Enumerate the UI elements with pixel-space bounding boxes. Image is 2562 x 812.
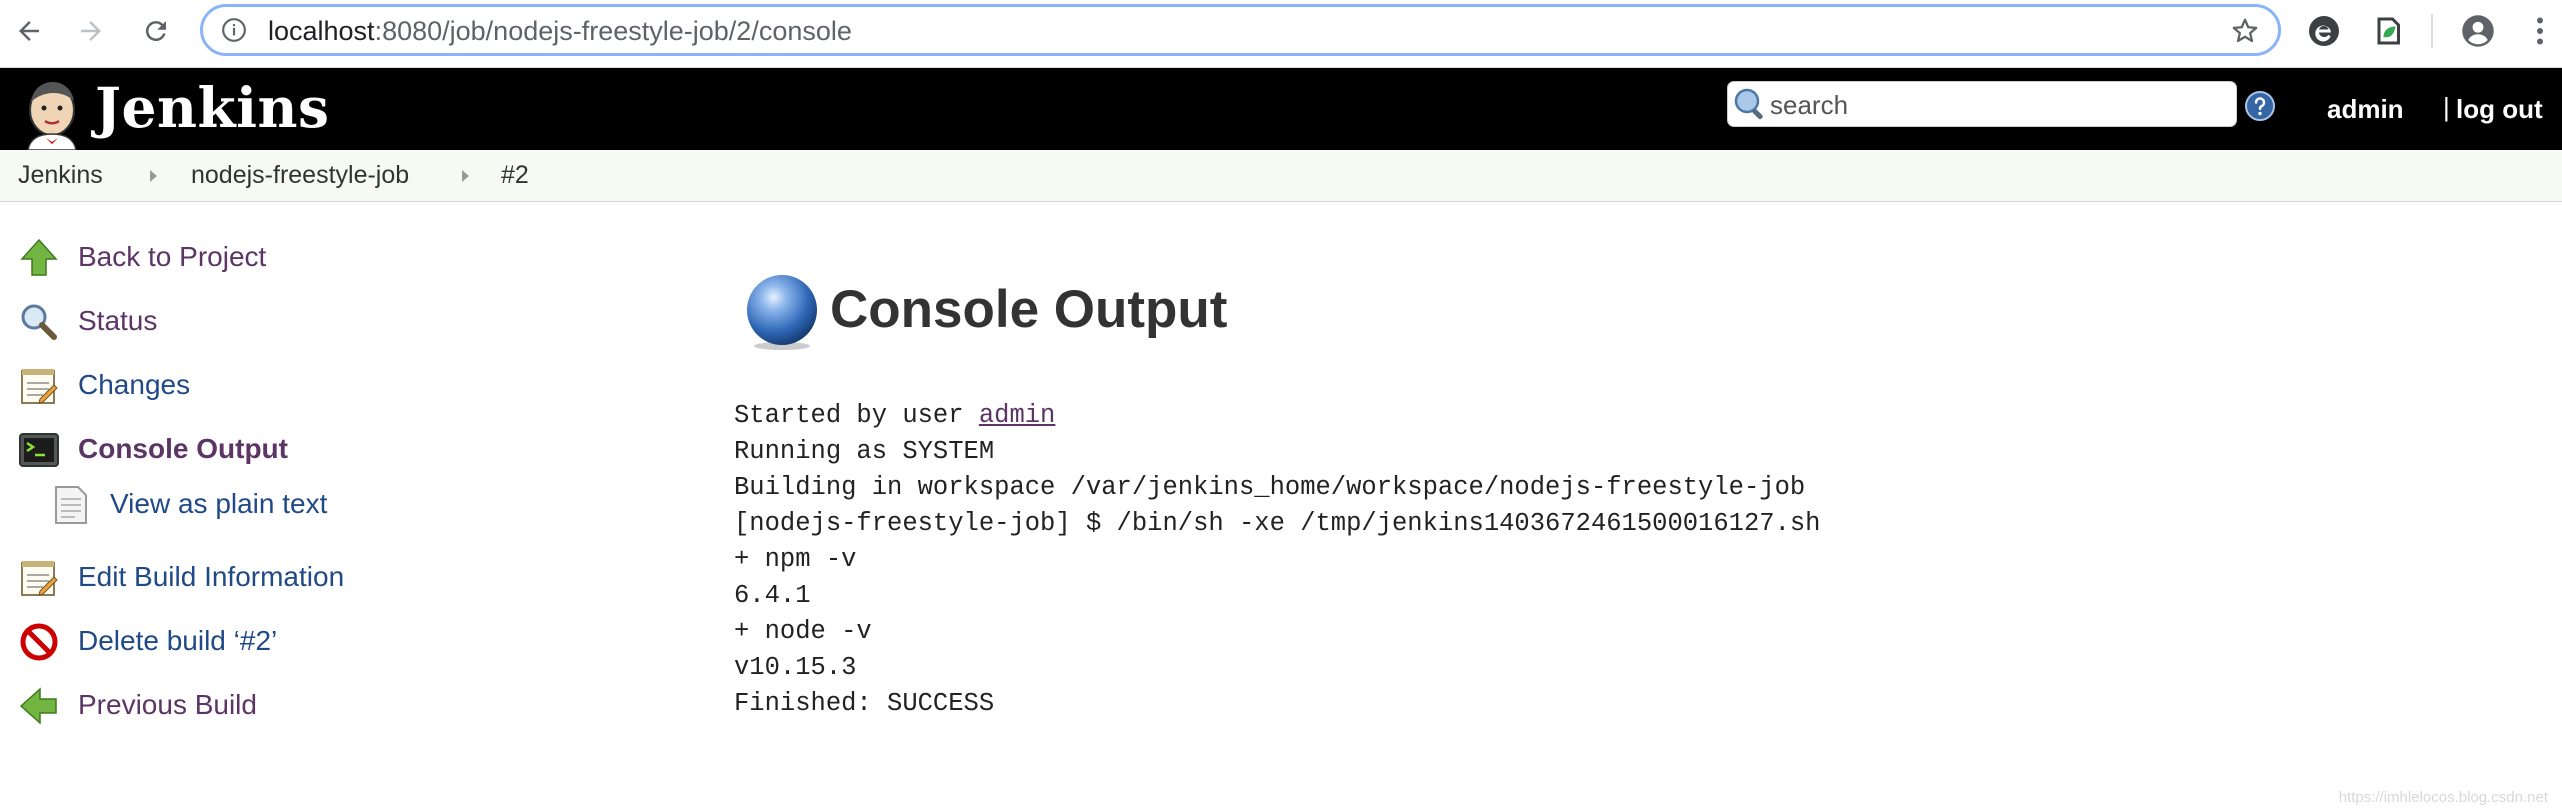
address-bar[interactable]: localhost:8080/job/nodejs-freestyle-job/…	[200, 4, 2281, 56]
task-label[interactable]: View as plain text	[110, 488, 327, 520]
info-icon[interactable]	[221, 17, 247, 43]
header-separator: |	[2443, 92, 2450, 122]
task-label[interactable]: Status	[78, 305, 157, 337]
star-icon[interactable]	[2230, 16, 2260, 46]
arrow-right-icon	[81, 21, 101, 41]
kebab-menu-icon[interactable]	[2522, 13, 2558, 49]
console-log: Running as SYSTEM Building in workspace …	[734, 437, 1821, 718]
breadcrumb-chevron-icon[interactable]	[150, 170, 157, 182]
logout-link[interactable]: log out	[2456, 94, 2543, 125]
profile-icon[interactable]	[2460, 13, 2496, 49]
notepad-icon	[21, 561, 58, 596]
task-label[interactable]: Delete build ‘#2’	[78, 625, 277, 657]
url-path: :8080/job/nodejs-freestyle-job/2/console	[374, 16, 852, 46]
arrow-left-icon	[19, 21, 39, 41]
url-text[interactable]: localhost:8080/job/nodejs-freestyle-job/…	[268, 16, 852, 46]
magnifier-icon	[21, 304, 57, 340]
console-output: Started by user admin Running as SYSTEM …	[734, 398, 1820, 722]
back-button[interactable]	[8, 10, 50, 52]
extension-leaf-icon[interactable]	[2370, 13, 2406, 49]
no-entry-icon	[20, 623, 58, 661]
terminal-icon	[19, 433, 59, 467]
watermark: https://imhlelocos.blog.csdn.net	[2338, 789, 2548, 806]
jenkins-butler-logo[interactable]	[18, 76, 88, 150]
jenkins-brand[interactable]: Jenkins	[95, 76, 329, 140]
left-arrow-icon	[19, 687, 57, 725]
extension-e-icon[interactable]	[2306, 13, 2342, 49]
help-icon[interactable]	[2244, 90, 2276, 122]
search-input[interactable]	[1768, 87, 2227, 123]
breadcrumb-item-jenkins[interactable]: Jenkins	[18, 161, 103, 190]
jenkins-header: Jenkins admin | log out	[0, 68, 2562, 150]
toolbar-divider	[2431, 14, 2433, 48]
breadcrumb-item-job[interactable]: nodejs-freestyle-job	[191, 161, 409, 190]
reload-icon	[145, 21, 166, 42]
task-label[interactable]: Previous Build	[78, 689, 257, 721]
breadcrumb: Jenkins nodejs-freestyle-job #2	[0, 150, 2562, 202]
task-label[interactable]: Console Output	[78, 433, 288, 465]
task-label[interactable]: Edit Build Information	[78, 561, 344, 593]
browser-toolbar: localhost:8080/job/nodejs-freestyle-job/…	[0, 0, 2562, 68]
search-box[interactable]	[1727, 81, 2237, 127]
blue-ball-status-icon	[747, 275, 817, 350]
reload-button[interactable]	[135, 10, 177, 52]
console-user-link[interactable]: admin	[979, 401, 1056, 430]
page-title: Console Output	[830, 280, 1228, 339]
up-arrow-icon	[20, 238, 58, 276]
task-label[interactable]: Changes	[78, 369, 190, 401]
user-link[interactable]: admin	[2327, 94, 2404, 125]
url-host: localhost	[268, 16, 375, 46]
forward-button[interactable]	[70, 10, 112, 52]
console-line-started: Started by user	[734, 401, 979, 430]
search-icon	[1734, 88, 1763, 120]
breadcrumb-item-build[interactable]: #2	[501, 161, 529, 190]
task-label[interactable]: Back to Project	[78, 241, 266, 273]
document-icon	[55, 486, 87, 524]
breadcrumb-chevron-icon[interactable]	[462, 170, 469, 182]
notepad-icon	[21, 369, 58, 404]
